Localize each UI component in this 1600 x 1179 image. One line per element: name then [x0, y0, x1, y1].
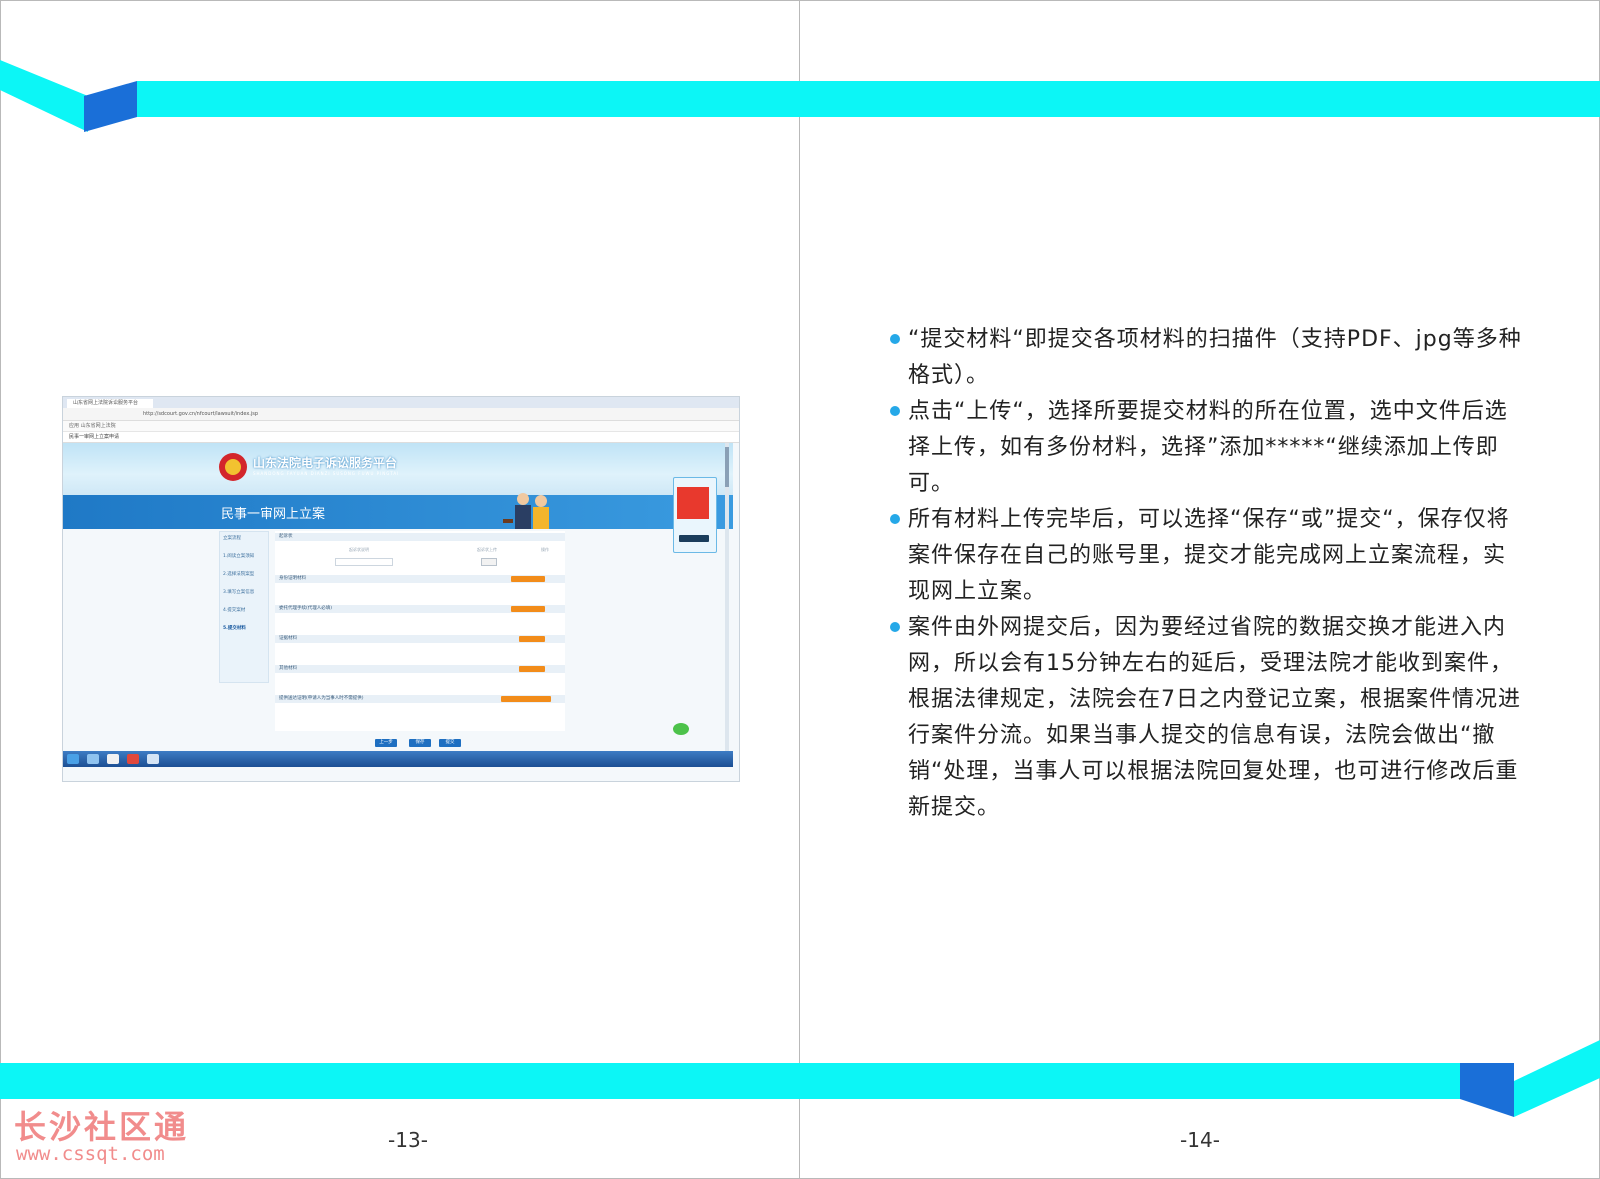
network-speed-icon — [673, 723, 689, 735]
bullet-icon — [890, 406, 900, 416]
page-number-right: -14- — [1180, 1128, 1220, 1152]
add-evidence-button[interactable] — [519, 636, 545, 642]
sidebar-item-5[interactable]: 5.提交材料 — [223, 625, 246, 631]
add-identity-button[interactable] — [511, 576, 545, 582]
booklet-spread: 山东省网上法院诉讼服务平台 http://sdcourt.gov.cn/nfco… — [0, 0, 1600, 1179]
page-number-left: -13- — [388, 1128, 428, 1152]
cell-label: 起诉状上传 — [477, 547, 497, 552]
instructions-text: “提交材料“即提交各项材料的扫描件（支持PDF、jpg等多种格式）。 点击“上传… — [886, 322, 1526, 826]
browser-tabbar — [63, 397, 739, 408]
paragraph-4: 案件由外网提交后，因为要经过省院的数据交换才能进入内网，所以会有15分钟左右的延… — [886, 610, 1526, 826]
mobile-app-logo-icon — [677, 487, 709, 519]
paragraph-4-text: 案件由外网提交后，因为要经过省院的数据交换才能进入内网，所以会有15分钟左右的延… — [908, 615, 1521, 820]
bottom-band — [0, 1063, 1463, 1099]
prev-step-button[interactable]: 上一步 — [375, 739, 397, 747]
paragraph-3: 所有材料上传完毕后，可以选择“保存“或”提交“，保存仅将案件保存在自己的账号里，… — [886, 502, 1526, 610]
bullet-icon — [890, 622, 900, 632]
bullet-icon — [890, 334, 900, 344]
paragraph-2-text: 点击“上传“，选择所要提交材料的所在位置，选中文件后选择上传，如有多份材料，选择… — [908, 399, 1508, 496]
sidebar-item-3[interactable]: 3.填写立案信息 — [223, 589, 254, 595]
site-banner — [63, 443, 733, 495]
add-agency-button[interactable] — [511, 606, 545, 612]
add-service-button[interactable] — [501, 696, 551, 702]
paragraph-1-text: “提交材料“即提交各项材料的扫描件（支持PDF、jpg等多种格式）。 — [908, 327, 1522, 388]
start-icon[interactable] — [67, 754, 79, 764]
page-heading: 民事一审网上立案 — [221, 507, 326, 522]
sidebar-item-2[interactable]: 2.选择法院案型 — [223, 571, 254, 577]
sidebar-item-1[interactable]: 1.阅读立案须知 — [223, 553, 254, 559]
top-band — [137, 81, 1600, 117]
watermark-name: 长沙社区通 — [14, 1108, 190, 1146]
scrollbar[interactable] — [725, 443, 729, 763]
upload-field[interactable] — [335, 558, 393, 566]
cell-label: 起诉状说明 — [349, 547, 369, 552]
enter-button[interactable] — [679, 535, 709, 542]
window-title: 民事一审网上立案申请 — [63, 432, 739, 443]
chrome-icon[interactable] — [127, 754, 139, 764]
heading-band — [63, 495, 733, 529]
app-icon[interactable] — [147, 754, 159, 764]
top-left-ribbon — [0, 60, 137, 132]
sidebar-title: 立案流程 — [223, 536, 241, 541]
url-text[interactable]: http://sdcourt.gov.cn/nfcourt/lawsuit/in… — [143, 410, 643, 418]
bookmarks-bar[interactable]: 应用 山东省网上法院 — [63, 421, 739, 432]
save-button[interactable]: 保存 — [409, 739, 431, 747]
bullet-icon — [890, 514, 900, 524]
section-complaint: 起诉状 — [275, 533, 565, 541]
media-icon[interactable] — [107, 754, 119, 764]
submit-button[interactable]: 提交 — [439, 739, 461, 747]
upload-button[interactable] — [481, 558, 497, 566]
browser-tab[interactable]: 山东省网上法院诉讼服务平台 — [67, 399, 153, 408]
paragraph-3-text: 所有材料上传完毕后，可以选择“保存“或”提交“，保存仅将案件保存在自己的账号里，… — [908, 507, 1510, 604]
scrollbar-thumb[interactable] — [725, 447, 729, 487]
spine-divider — [799, 0, 800, 1179]
watermark-url: www.cssqt.com — [16, 1143, 165, 1165]
judges-illustration-icon — [503, 493, 549, 529]
site-subtitle: SHANDONG FAYUAN DIANZI SUSONG FUWU PINGT… — [253, 471, 400, 476]
emblem-center — [225, 459, 241, 475]
court-platform-screenshot: 山东省网上法院诉讼服务平台 http://sdcourt.gov.cn/nfco… — [62, 396, 740, 782]
paragraph-1: “提交材料“即提交各项材料的扫描件（支持PDF、jpg等多种格式）。 — [886, 322, 1526, 394]
bottom-right-ribbon — [1460, 1040, 1600, 1117]
add-material-button[interactable] — [519, 666, 545, 672]
explorer-icon[interactable] — [87, 754, 99, 764]
paragraph-2: 点击“上传“，选择所要提交材料的所在位置，选中文件后选择上传，如有多份材料，选择… — [886, 394, 1526, 502]
site-title: 山东法院电子诉讼服务平台 — [253, 456, 398, 470]
cell-label: 操作 — [541, 547, 549, 552]
windows-taskbar — [63, 751, 733, 767]
sidebar-item-4[interactable]: 4.提交案材 — [223, 607, 245, 613]
